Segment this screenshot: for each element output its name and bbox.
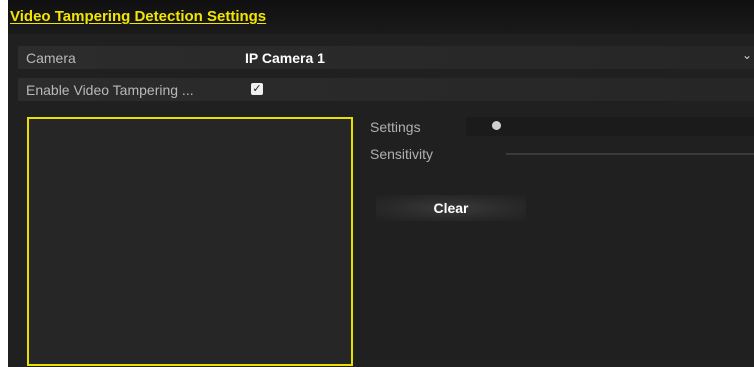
detection-area-preview[interactable] [27,117,353,366]
camera-row: Camera IP Camera 1 ⌄ [18,46,754,69]
enable-row: Enable Video Tampering ... ✓ [18,78,754,101]
tampering-settings-panel: Video Tampering Detection Settings Camer… [8,0,754,367]
sensitivity-row: Sensitivity [366,143,754,164]
settings-icon[interactable] [492,121,501,130]
sensitivity-slider[interactable] [506,153,754,155]
camera-select[interactable]: IP Camera 1 [245,50,325,66]
camera-label: Camera [26,50,76,66]
enable-tampering-checkbox[interactable]: ✓ [251,83,263,95]
clear-button[interactable]: Clear [376,195,526,221]
title-bar: Video Tampering Detection Settings [8,0,754,34]
enable-tampering-label: Enable Video Tampering ... [26,82,194,98]
chevron-down-icon[interactable]: ⌄ [742,48,752,62]
settings-field [466,117,754,136]
page-title: Video Tampering Detection Settings [10,8,267,25]
sensitivity-label: Sensitivity [370,146,434,162]
settings-row: Settings [366,116,754,137]
settings-label: Settings [370,119,421,135]
